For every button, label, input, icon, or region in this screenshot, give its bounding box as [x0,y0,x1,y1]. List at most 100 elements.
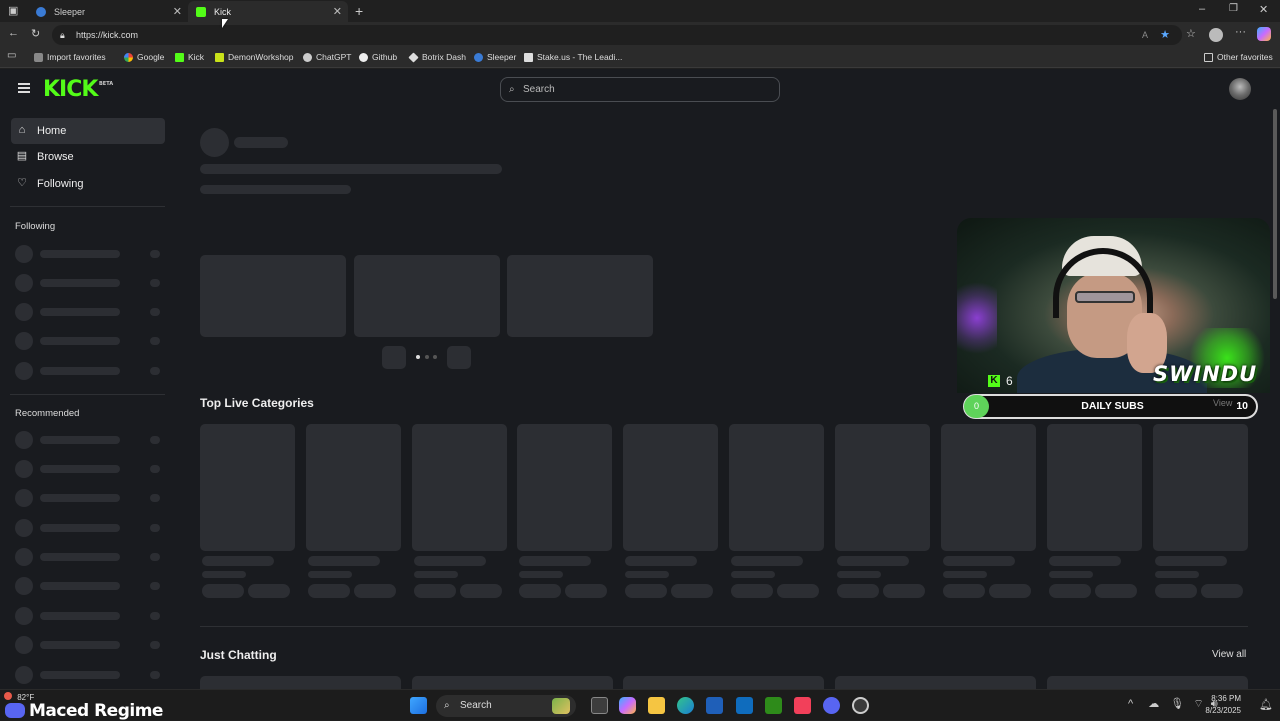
nav-browse[interactable]: ▤ Browse [11,144,165,170]
discord-overlay-text: Maced Regime [5,701,163,721]
bookmark-chatgpt[interactable]: ChatGPT [303,52,351,62]
tab-kick[interactable]: Kick ✕ [188,1,348,22]
carousel-dot[interactable] [425,355,429,359]
mouse-cursor-icon [222,19,228,28]
more-menu-icon[interactable]: ··· [1235,26,1246,38]
recommended-skeleton-row [15,489,165,507]
bookmark-botrix[interactable]: Botrix Dash [408,51,466,63]
browser-tab-bar: ▣ Sleeper ✕ Kick ✕ + – ❐ ✕ [0,0,1280,22]
carousel-next-button[interactable] [447,346,471,369]
back-icon[interactable]: ← [8,27,19,39]
kick-follower-counter: K 6 [988,374,1013,388]
bookmark-demonworkshop[interactable]: DemonWorkshop [215,52,294,62]
category-card[interactable] [412,424,507,551]
new-tab-icon[interactable]: + [355,3,363,19]
sleeper-icon [474,52,483,62]
category-card[interactable] [941,424,1036,551]
kick-logo[interactable]: KICK BETA [43,77,113,102]
file-explorer-icon[interactable] [648,697,665,714]
microphone-icon[interactable]: 🎙︎ [1170,698,1184,710]
carousel-card[interactable] [507,255,653,337]
search-input[interactable]: ⌕ Search [500,77,780,102]
tab-sleeper[interactable]: Sleeper ✕ [28,1,188,22]
chevron-up-icon[interactable]: ^ [1128,698,1133,710]
bookmark-kick[interactable]: Kick [175,52,204,62]
sidebar-toggle-icon[interactable]: ▭ [7,50,16,61]
copilot-icon[interactable] [1257,27,1271,41]
stream-card[interactable] [200,676,401,689]
featured-line-skeleton [200,164,502,174]
close-tab-icon[interactable]: ✕ [173,5,182,18]
minimize-icon[interactable]: – [1199,3,1205,15]
category-card[interactable] [517,424,612,551]
close-window-icon[interactable]: ✕ [1259,3,1268,16]
recommended-skeleton-row [15,548,165,566]
carousel-prev-button[interactable] [382,346,406,369]
stream-card[interactable] [623,676,824,689]
obs-icon[interactable] [852,697,869,714]
cloud-icon[interactable]: ☁ [1148,698,1159,710]
taskbar-search-input[interactable]: ⌕ Search [436,695,576,717]
nvidia-icon[interactable] [765,697,782,714]
close-tab-icon[interactable]: ✕ [333,5,342,18]
daily-subs-goal-bar: 0 DAILY SUBS View 10 [963,394,1258,419]
recommended-skeleton-row [15,431,165,449]
bookmark-label: Sleeper [487,52,517,62]
category-card[interactable] [306,424,401,551]
bookmark-import-favorites[interactable]: Import favorites [34,52,106,62]
category-card[interactable] [623,424,718,551]
github-icon [359,52,368,62]
category-card[interactable] [835,424,930,551]
chatgpt-icon [303,52,312,62]
windows-start-icon[interactable] [410,697,427,714]
discord-taskbar-icon[interactable] [823,697,840,714]
page-scrollbar[interactable] [1273,109,1277,299]
search-icon: ⌕ [444,700,450,711]
favorite-star-icon[interactable]: ★ [1160,25,1170,45]
refresh-icon[interactable]: ↻ [31,27,40,40]
taskbar-clock[interactable]: 8:36 PM 8/23/2025 [1199,693,1241,717]
category-card[interactable] [729,424,824,551]
hamburger-menu-icon[interactable] [18,83,30,93]
collections-icon[interactable]: ☆ [1186,27,1196,40]
tab-actions-icon[interactable]: ▣ [8,4,18,17]
copilot-taskbar-icon[interactable] [619,697,636,714]
stream-card[interactable] [1047,676,1248,689]
nav-following[interactable]: ♡ Following [11,171,165,197]
category-card[interactable] [1047,424,1142,551]
carousel-dot[interactable] [433,355,437,359]
user-avatar[interactable] [1229,78,1251,100]
nav-home[interactable]: ⌂ Home [11,118,165,144]
bookmark-other-favorites[interactable]: Other favorites [1204,52,1273,62]
edge-browser-icon[interactable] [677,697,694,714]
category-card[interactable] [1153,424,1248,551]
featured-title-skeleton [234,137,288,148]
stream-card[interactable] [835,676,1036,689]
bookmark-stake[interactable]: Stake.us - The Leadi... [524,52,622,62]
import-icon [34,52,43,62]
following-skeleton-row [15,274,165,292]
music-icon[interactable] [794,697,811,714]
bookmark-sleeper[interactable]: Sleeper [474,52,516,62]
read-aloud-icon[interactable]: A [1142,25,1148,45]
search-highlight-icon [552,698,570,714]
restore-icon[interactable]: ❐ [1229,3,1238,14]
carousel-card[interactable] [354,255,500,337]
store-icon[interactable] [706,697,723,714]
carousel-card[interactable] [200,255,346,337]
kick-sidebar: ⌂ Home ▤ Browse ♡ Following Following Re… [0,109,175,689]
just-chatting-view-all-link[interactable]: View all [1212,649,1246,660]
task-view-icon[interactable] [591,697,608,714]
profile-icon[interactable] [1209,28,1223,42]
outlook-icon[interactable] [736,697,753,714]
category-card[interactable] [200,424,295,551]
tab-title: Sleeper [54,6,86,17]
notification-bell-icon[interactable]: 🔔︎ [1259,698,1273,711]
tab-title: Kick [214,6,232,17]
bookmark-github[interactable]: Github [359,52,397,62]
stream-card[interactable] [412,676,613,689]
carousel-dot[interactable] [416,355,420,359]
kick-count-value: 6 [1006,374,1013,388]
url-input[interactable]: 🔒︎ https://kick.com A ★ [52,25,1182,45]
bookmark-google[interactable]: Google [124,52,164,62]
